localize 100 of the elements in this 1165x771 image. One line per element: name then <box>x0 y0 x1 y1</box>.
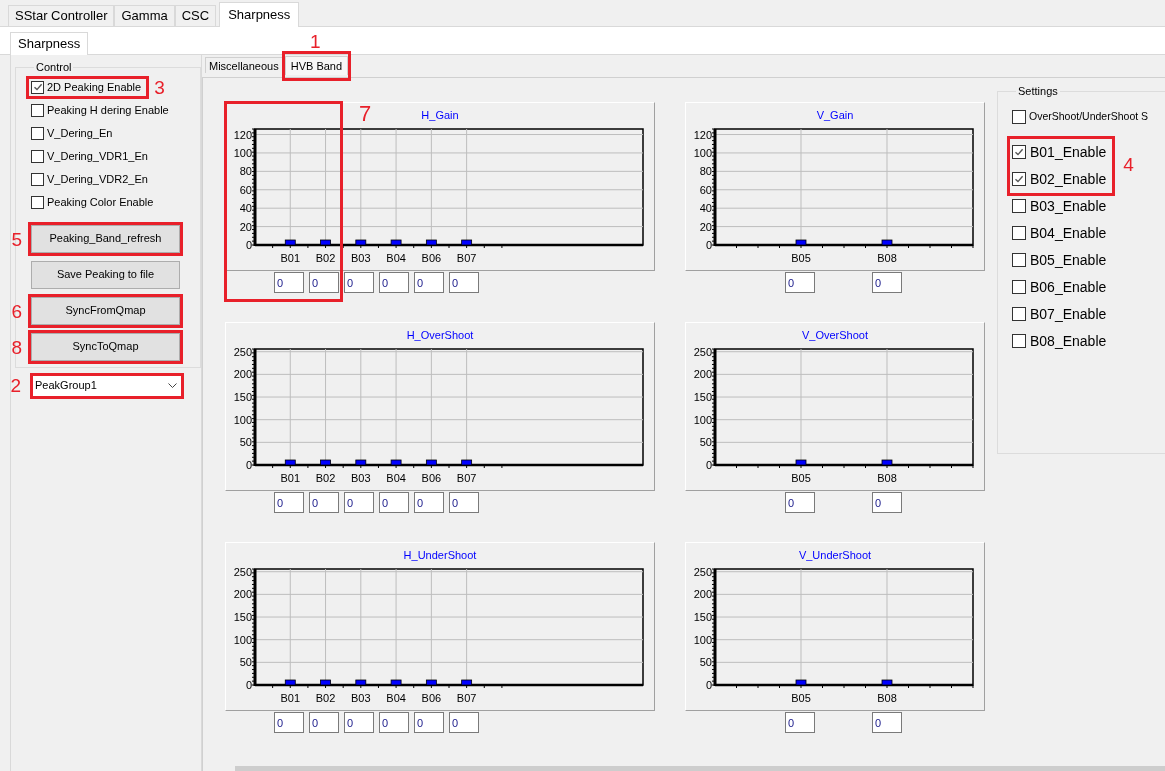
group-title: Control <box>35 60 73 75</box>
value-field[interactable]: 0 <box>785 492 815 513</box>
checkbox[interactable] <box>1012 199 1026 213</box>
value-field[interactable]: 0 <box>344 712 374 733</box>
value-field[interactable]: 0 <box>414 272 444 293</box>
checkbox-label: B04_Enable <box>1030 223 1107 243</box>
axis-label: 250 <box>233 345 252 358</box>
value-field[interactable]: 0 <box>414 712 444 733</box>
bar <box>425 679 437 686</box>
checkbox[interactable] <box>31 80 44 94</box>
axis-label: B04 <box>386 472 406 484</box>
checkbox[interactable] <box>31 149 44 163</box>
tab[interactable]: SStar Controller <box>8 5 115 26</box>
value-field[interactable]: 0 <box>414 492 444 513</box>
scrollbar[interactable] <box>235 766 1165 771</box>
checkbox[interactable] <box>1012 334 1026 348</box>
axis-label: B04 <box>386 692 406 704</box>
tab[interactable]: Gamma <box>114 5 175 26</box>
bar <box>320 239 331 246</box>
bar <box>795 459 807 466</box>
checkbox[interactable] <box>1012 226 1026 240</box>
axis-label: B06 <box>421 692 442 704</box>
axis-label: 0 <box>245 459 252 471</box>
tab[interactable]: Sharpness <box>10 32 89 55</box>
bar <box>284 459 296 466</box>
bar <box>355 679 367 686</box>
value-field[interactable]: 0 <box>344 272 374 293</box>
axis-label: B07 <box>456 252 477 264</box>
chart-title: V_OverShoot <box>801 330 868 343</box>
tab[interactable]: CSC <box>174 5 217 26</box>
value-field[interactable]: 0 <box>274 712 304 733</box>
value-field[interactable]: 0 <box>379 712 409 733</box>
value-field[interactable]: 0 <box>449 712 479 733</box>
chart-title: H_Gain <box>421 110 459 123</box>
bar <box>881 239 893 246</box>
checkbox[interactable] <box>31 195 44 209</box>
value-field[interactable]: 0 <box>309 492 339 513</box>
value-field[interactable]: 0 <box>785 712 815 733</box>
value-field[interactable]: 0 <box>274 272 304 293</box>
axis-label: 0 <box>705 239 712 251</box>
dropdown[interactable]: PeakGroup1 <box>32 374 182 397</box>
checkbox[interactable] <box>31 126 44 140</box>
axis-label: 120 <box>693 128 712 141</box>
value-field[interactable]: 0 <box>449 272 479 293</box>
checkbox[interactable] <box>1012 172 1026 186</box>
bar <box>425 239 437 246</box>
axis-label: 200 <box>233 588 252 601</box>
value-field[interactable]: 0 <box>379 492 409 513</box>
bar <box>461 239 473 246</box>
axis-label: B01 <box>280 472 301 484</box>
tab[interactable]: Sharpness <box>219 2 300 27</box>
axis-label: B03 <box>351 252 371 264</box>
axis-label: 0 <box>705 459 712 471</box>
tab[interactable]: HVB Band <box>284 56 349 76</box>
chart-title: H_OverShoot <box>406 330 474 343</box>
tab[interactable]: Miscellaneous <box>205 57 283 73</box>
checkbox[interactable] <box>31 172 44 186</box>
value-field[interactable]: 0 <box>449 492 479 513</box>
bar <box>390 239 402 246</box>
checkbox[interactable] <box>1012 253 1026 267</box>
checkbox-label: B05_Enable <box>1030 250 1107 270</box>
checkbox-label: B06_Enable <box>1030 277 1107 297</box>
button[interactable]: Peaking_Band_refresh <box>31 224 180 253</box>
checkbox-label: V_Dering_VDR2_En <box>47 173 148 185</box>
axis-label: 100 <box>233 146 252 159</box>
axis-label: 250 <box>693 345 712 358</box>
chart-title: V_Gain <box>816 110 854 123</box>
bar <box>390 459 402 466</box>
value-field[interactable]: 0 <box>344 492 374 513</box>
axis-label: 100 <box>233 413 252 426</box>
axis-label: 80 <box>239 165 252 178</box>
axis-label: 200 <box>233 368 252 381</box>
value-field[interactable]: 0 <box>274 492 304 513</box>
bar <box>425 459 437 466</box>
button[interactable]: SyncFromQmap <box>31 296 180 325</box>
button[interactable]: SyncToQmap <box>31 332 180 361</box>
bar <box>355 239 367 246</box>
checkbox[interactable] <box>1012 280 1026 294</box>
axis-label: 120 <box>233 128 252 141</box>
checkbox[interactable] <box>1012 307 1026 321</box>
checkbox[interactable] <box>31 103 44 117</box>
chart-title: H_UnderShoot <box>403 550 477 563</box>
axis-label: 40 <box>239 202 252 215</box>
bar <box>390 679 402 686</box>
axis-label: 150 <box>233 611 252 624</box>
value-field[interactable]: 0 <box>785 272 815 293</box>
value-field[interactable]: 0 <box>872 492 902 513</box>
value-field[interactable]: 0 <box>309 712 339 733</box>
callout-number: 6 <box>11 301 22 321</box>
button[interactable]: Save Peaking to file <box>31 260 180 289</box>
checkbox-label: 2D Peaking Enable <box>47 81 142 93</box>
checkbox[interactable] <box>1012 109 1026 124</box>
axis-label: 50 <box>239 656 252 669</box>
value-field[interactable]: 0 <box>872 272 902 293</box>
value-field[interactable]: 0 <box>309 272 339 293</box>
value-field[interactable]: 0 <box>379 272 409 293</box>
axis-label: B02 <box>315 692 336 704</box>
value-field[interactable]: 0 <box>872 712 902 733</box>
checkbox-label: B08_Enable <box>1030 331 1107 351</box>
checkbox[interactable] <box>1012 145 1026 159</box>
